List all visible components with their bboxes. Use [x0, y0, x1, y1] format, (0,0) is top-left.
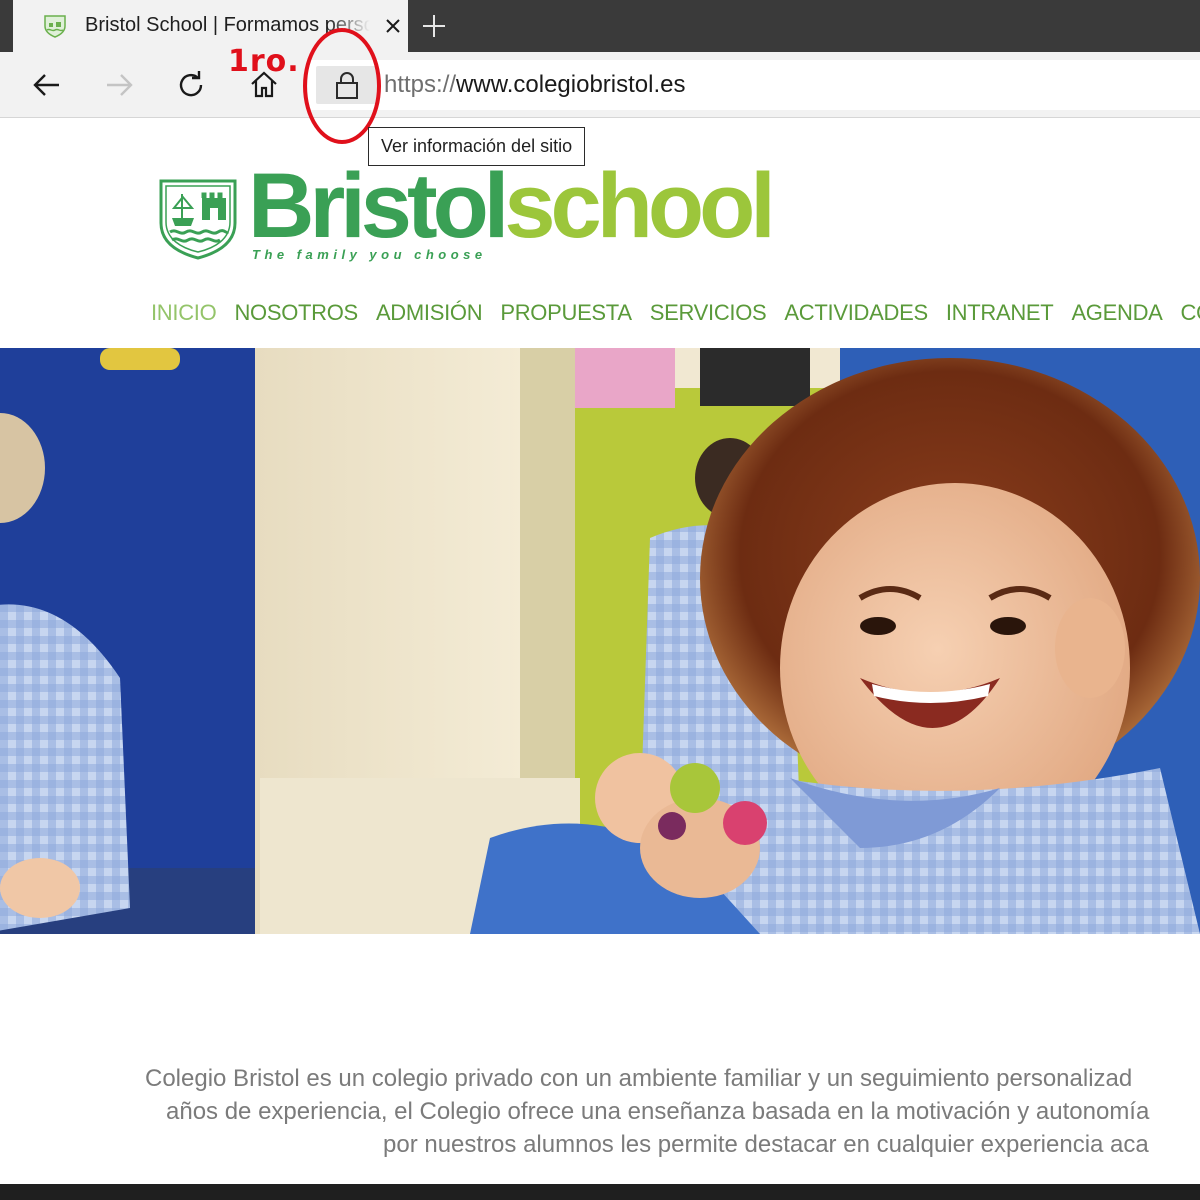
- nav-item-nosotros[interactable]: NOSOTROS: [234, 300, 358, 332]
- hero-image: [0, 348, 1200, 934]
- nav-item-actividades[interactable]: ACTIVIDADES: [784, 300, 928, 332]
- logo-tagline: The family you choose: [252, 247, 487, 262]
- hero-slider[interactable]: [0, 348, 1200, 934]
- nav-item-inicio[interactable]: INICIO: [151, 300, 217, 332]
- nav-item-servicios[interactable]: SERVICIOS: [650, 300, 767, 332]
- nav-item-contacto[interactable]: CONT: [1181, 300, 1200, 332]
- close-icon[interactable]: [381, 14, 405, 38]
- nav-item-agenda[interactable]: AGENDA: [1071, 300, 1162, 332]
- logo-word-bristol: Bristol: [248, 155, 509, 257]
- nav-item-admision[interactable]: ADMISIÓN: [376, 300, 483, 332]
- main-nav: INICIO NOSOTROS ADMISIÓN PROPUESTA SERVI…: [151, 300, 1200, 332]
- school-crest-icon: [159, 179, 237, 260]
- url-scheme: https://: [384, 71, 457, 98]
- plus-icon[interactable]: [420, 12, 448, 40]
- logo-word-school: school: [504, 155, 775, 257]
- reload-button[interactable]: [171, 65, 211, 105]
- arrow-right-icon: [107, 74, 133, 96]
- back-button[interactable]: [27, 65, 67, 105]
- address-bar[interactable]: https://www.colegiobristol.es: [308, 60, 1200, 110]
- url-host: www.colegiobristol.es: [456, 71, 686, 98]
- arrow-left-icon: [33, 74, 59, 96]
- url-text[interactable]: https://www.colegiobristol.es: [384, 71, 685, 99]
- nav-item-propuesta[interactable]: PROPUESTA: [500, 300, 632, 332]
- browser-toolbar: https://www.colegiobristol.es: [0, 52, 1200, 118]
- tab-strip: Bristol School | Formamos perso: [0, 0, 1200, 52]
- nav-item-intranet[interactable]: INTRANET: [946, 300, 1054, 332]
- school-logo[interactable]: Bristolschool: [248, 160, 776, 252]
- bristol-crest-icon: [44, 15, 66, 38]
- intro-line-1: Colegio Bristol es un colegio privado co…: [145, 1065, 1133, 1092]
- refresh-icon: [179, 71, 203, 97]
- forward-button[interactable]: [99, 65, 139, 105]
- footer-bar: [0, 1184, 1200, 1200]
- intro-line-2: años de experiencia, el Colegio ofrece u…: [166, 1098, 1150, 1125]
- annotation-step-label: 1ro.: [228, 44, 300, 79]
- intro-line-3: por nuestros alumnos les permite destaca…: [383, 1131, 1149, 1158]
